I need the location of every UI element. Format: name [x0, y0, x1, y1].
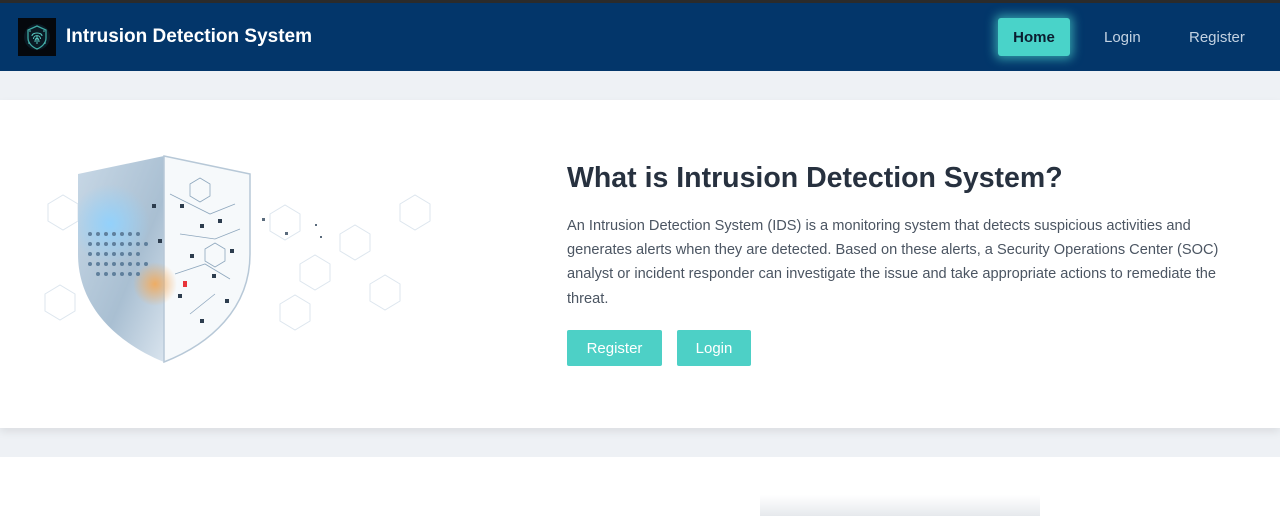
next-section-image	[760, 495, 1040, 516]
hero-title: What is Intrusion Detection System?	[567, 162, 1063, 194]
login-button[interactable]: Login	[677, 330, 751, 366]
nav-login-link[interactable]: Login	[1104, 18, 1141, 56]
security-shield-illustration	[40, 144, 460, 384]
hero-description: An Intrusion Detection System (IDS) is a…	[567, 218, 1219, 307]
nav-home-link[interactable]: Home	[998, 18, 1070, 56]
nav-register-link[interactable]: Register	[1189, 18, 1245, 56]
brand[interactable]: Intrusion Detection System	[18, 18, 312, 56]
fingerprint-shield-icon	[18, 18, 56, 56]
hero-text: What is Intrusion Detection System? An I…	[567, 160, 1247, 311]
next-section	[0, 457, 1280, 516]
hero-section: What is Intrusion Detection System? An I…	[0, 100, 1280, 428]
register-button[interactable]: Register	[567, 330, 662, 366]
navbar: Intrusion Detection System Home Login Re…	[0, 3, 1280, 71]
brand-title: Intrusion Detection System	[66, 26, 312, 47]
